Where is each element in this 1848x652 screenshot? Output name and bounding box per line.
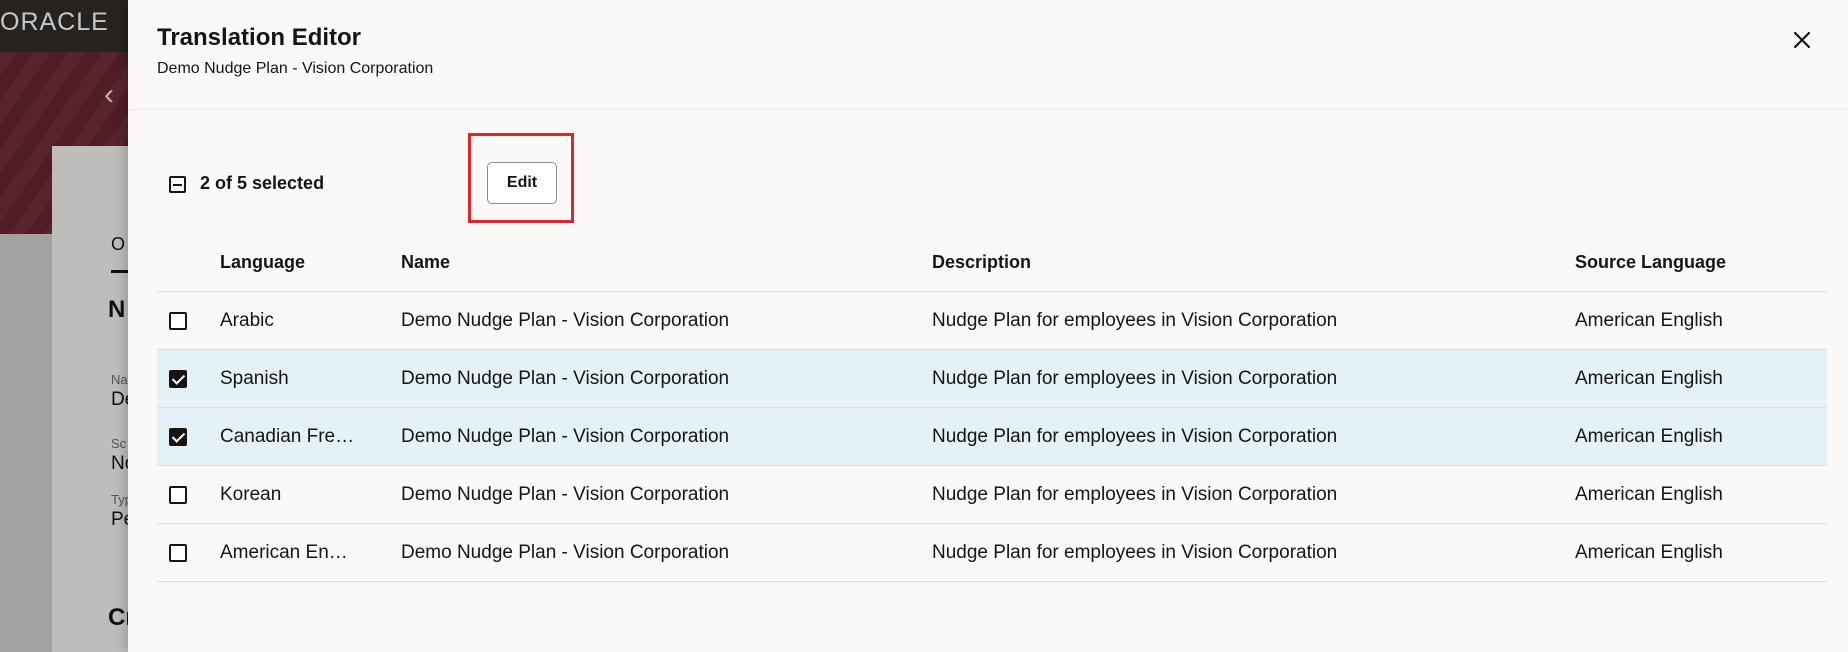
cell-language: American En… — [220, 542, 348, 563]
table-row[interactable]: Canadian Fre… Demo Nudge Plan - Vision C… — [157, 408, 1827, 466]
row-checkbox[interactable] — [169, 312, 187, 330]
row-checkbox[interactable] — [169, 428, 187, 446]
drawer-header: Translation Editor Demo Nudge Plan - Vis… — [128, 0, 1848, 110]
select-all-checkbox[interactable] — [169, 176, 186, 193]
cell-language: Canadian Fre… — [220, 426, 355, 447]
table-row[interactable]: American En… Demo Nudge Plan - Vision Co… — [157, 524, 1827, 582]
cell-description: Nudge Plan for employees in Vision Corpo… — [932, 484, 1338, 505]
cell-description: Nudge Plan for employees in Vision Corpo… — [932, 310, 1338, 331]
selection-count: 2 of 5 selected — [200, 173, 325, 193]
table-body: Arabic Demo Nudge Plan - Vision Corporat… — [157, 292, 1827, 582]
column-header-source-language[interactable]: Source Language — [1575, 252, 1726, 273]
cell-description: Nudge Plan for employees in Vision Corpo… — [932, 368, 1338, 389]
cell-name: Demo Nudge Plan - Vision Corporation — [401, 426, 730, 447]
drawer-title: Translation Editor — [157, 24, 362, 51]
cell-description: Nudge Plan for employees in Vision Corpo… — [932, 542, 1338, 563]
translations-table: Language Name Description Source Languag… — [157, 235, 1827, 582]
table-row[interactable]: Korean Demo Nudge Plan - Vision Corporat… — [157, 466, 1827, 524]
cell-source-language: American English — [1575, 368, 1723, 389]
column-header-language[interactable]: Language — [220, 252, 305, 273]
close-icon — [1793, 31, 1811, 49]
background-app: ORACLE ‹ O N Na De Sc No Typ Pe Cr — [0, 0, 128, 652]
drawer-subtitle: Demo Nudge Plan - Vision Corporation — [157, 60, 434, 77]
cell-source-language: American English — [1575, 542, 1723, 563]
table-header-row: Language Name Description Source Languag… — [157, 235, 1827, 292]
translation-editor-drawer: Translation Editor Demo Nudge Plan - Vis… — [128, 0, 1848, 652]
cell-name: Demo Nudge Plan - Vision Corporation — [401, 368, 730, 389]
cell-description: Nudge Plan for employees in Vision Corpo… — [932, 426, 1338, 447]
modal-scrim — [0, 0, 128, 652]
row-checkbox[interactable] — [169, 544, 187, 562]
edit-button[interactable]: Edit — [487, 162, 557, 204]
cell-name: Demo Nudge Plan - Vision Corporation — [401, 310, 730, 331]
column-header-description[interactable]: Description — [932, 252, 1031, 273]
table-row[interactable]: Spanish Demo Nudge Plan - Vision Corpora… — [157, 350, 1827, 408]
cell-name: Demo Nudge Plan - Vision Corporation — [401, 484, 730, 505]
cell-source-language: American English — [1575, 484, 1723, 505]
column-header-name[interactable]: Name — [401, 252, 450, 273]
cell-source-language: American English — [1575, 426, 1723, 447]
row-checkbox[interactable] — [169, 370, 187, 388]
cell-language: Arabic — [220, 310, 274, 331]
cell-language: Spanish — [220, 368, 289, 389]
table-row[interactable]: Arabic Demo Nudge Plan - Vision Corporat… — [157, 292, 1827, 350]
row-checkbox[interactable] — [169, 486, 187, 504]
cell-language: Korean — [220, 484, 282, 505]
close-button[interactable] — [1784, 22, 1820, 58]
cell-source-language: American English — [1575, 310, 1723, 331]
cell-name: Demo Nudge Plan - Vision Corporation — [401, 542, 730, 563]
